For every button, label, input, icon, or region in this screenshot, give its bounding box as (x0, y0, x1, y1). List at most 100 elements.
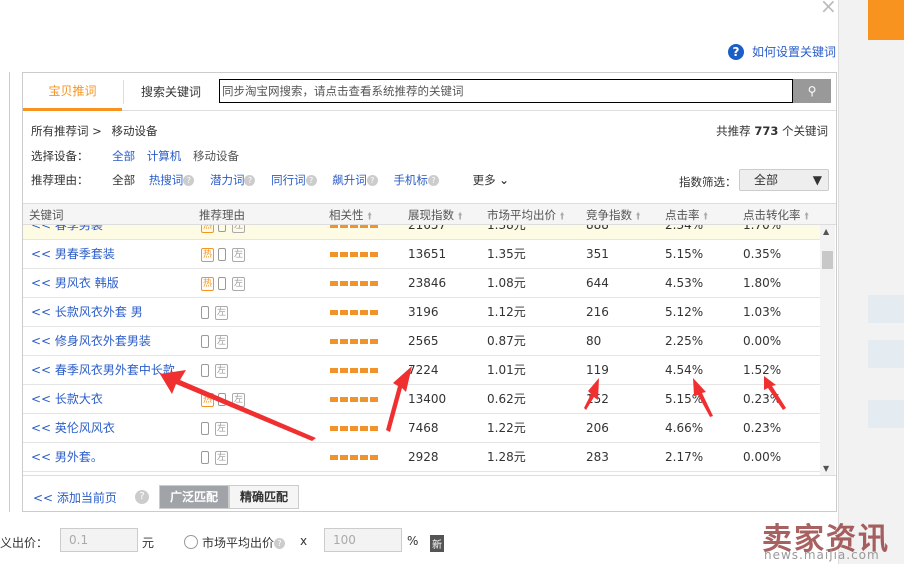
relevance-bar (330, 443, 380, 471)
keyword-link[interactable]: << 长款风衣外套 男 (31, 298, 143, 326)
search-input[interactable]: 同步淘宝网搜索，请点击查看系统推荐的关键词 (219, 79, 793, 103)
reason-tags: 左 (201, 443, 232, 471)
reason-tags: 左 (201, 298, 232, 326)
total-count: 共推荐 773 个关键词 (716, 124, 828, 138)
relevance-bar (330, 327, 380, 355)
avg-bid-cell: 1.35元 (487, 247, 526, 261)
mobile-icon (201, 335, 209, 348)
impressions-cell: 21657 (408, 225, 447, 232)
avg-bid-cell: 1.01元 (487, 363, 526, 377)
reason-all[interactable]: 全部 (112, 173, 135, 187)
help-icon[interactable]: ? (135, 490, 149, 504)
keyword-table: << 春季男装 热左 21657 1.38元 888 2.34% 1.70% <<… (23, 225, 820, 475)
keyword-link[interactable]: << 男外套。 (31, 443, 103, 471)
market-bid-radio[interactable] (184, 535, 198, 549)
ctr-cell: 2.25% (665, 334, 704, 348)
search-button[interactable]: ⚲ (793, 79, 831, 103)
device-mobile[interactable]: 移动设备 (193, 149, 239, 163)
scrollbar[interactable]: ▲ ▼ (820, 225, 835, 475)
breadcrumb-root[interactable]: 所有推荐词 > (31, 124, 102, 138)
cvr-cell: 0.23% (743, 392, 782, 406)
chevron-down-icon: ⌄ (499, 173, 509, 187)
keyword-link[interactable]: << 男风衣 韩版 (31, 269, 119, 297)
background-stripe (868, 295, 904, 323)
device-all[interactable]: 全部 (112, 149, 135, 163)
hot-tag: 热 (201, 392, 214, 407)
tab-search-keyword[interactable]: 搜索关键词 (123, 80, 218, 104)
table-row: << 男春季套装 热左 13651 1.35元 351 5.15% 0.35% (23, 240, 820, 269)
left-tag: 左 (215, 421, 228, 436)
col-avg-bid[interactable]: 市场平均出价 🠙 (487, 207, 565, 226)
ctr-cell: 2.34% (665, 225, 704, 232)
reason-tags: 左 (201, 356, 232, 384)
percent-input[interactable]: 100 (324, 528, 402, 552)
tab-bar: 宝贝推词 搜索关键词 同步淘宝网搜索，请点击查看系统推荐的关键词 ⚲ (23, 73, 836, 111)
close-icon[interactable]: × (820, 0, 837, 18)
competition-cell: 152 (586, 392, 609, 406)
col-cvr[interactable]: 点击转化率 🠙 (743, 207, 809, 226)
reason-rising[interactable]: 飙升词? (332, 173, 378, 187)
left-panel-edge (0, 72, 10, 512)
reason-potential[interactable]: 潜力词? (210, 173, 256, 187)
mobile-icon (201, 306, 209, 319)
help-icon: ? (274, 538, 286, 549)
keyword-link[interactable]: << 男春季套装 (31, 240, 115, 268)
help-link[interactable]: ? 如何设置关键词 (728, 43, 836, 60)
avg-bid-cell: 1.38元 (487, 225, 526, 232)
cvr-cell: 1.03% (743, 305, 782, 319)
keyword-link[interactable]: << 英伦风风衣 (31, 414, 115, 442)
reason-peer[interactable]: 同行词? (271, 173, 317, 187)
keyword-link[interactable]: << 春季风衣男外套中长款 (31, 356, 175, 384)
sort-icon: 🠙 (367, 211, 373, 222)
col-competition[interactable]: 竞争指数 🠙 (586, 207, 641, 226)
exact-match-button[interactable]: 精确匹配 (229, 485, 300, 509)
percent-sign: % (407, 534, 419, 548)
index-filter-select[interactable]: 全部 ▼ (739, 169, 829, 191)
impressions-cell: 3196 (408, 305, 439, 319)
reason-filter: 推荐理由： 全部 热搜词? 潜力词? 同行词? 飙升词? 手机标? 更多 ⌄ (31, 173, 509, 187)
reason-tags: 左 (201, 327, 232, 355)
bid-unit: 元 (142, 536, 155, 550)
bid-label: 义出价： (0, 536, 49, 550)
left-tag: 左 (215, 450, 228, 465)
impressions-cell: 2928 (408, 450, 439, 464)
add-current-page-link[interactable]: << 添加当前页 (33, 489, 117, 506)
competition-cell: 119 (586, 363, 609, 377)
col-ctr[interactable]: 点击率 🠙 (665, 207, 708, 226)
background-panel (838, 0, 904, 564)
broad-match-button[interactable]: 广泛匹配 (159, 485, 230, 509)
scroll-down-icon: ▼ (823, 464, 830, 473)
table-row: << 春季风衣男外套中长款 左 7224 1.01元 119 4.54% 1.5… (23, 356, 820, 385)
table-header: 关键词 推荐理由 相关性 🠙 展现指数 🠙 市场平均出价 🠙 竞争指数 🠙 点击… (23, 203, 836, 225)
background-stripe (868, 400, 904, 428)
mobile-icon (201, 364, 209, 377)
keyword-link[interactable]: << 春季男装 (31, 225, 103, 239)
table-row: << 修身风衣外套男装 左 2565 0.87元 80 2.25% 0.00% (23, 327, 820, 356)
col-keyword: 关键词 (29, 208, 64, 222)
cvr-cell: 1.70% (743, 225, 782, 232)
relevance-bar (330, 356, 380, 384)
device-computer[interactable]: 计算机 (147, 149, 182, 163)
relevance-bar (330, 385, 380, 413)
reason-tags: 热左 (201, 269, 249, 297)
cvr-cell: 0.35% (743, 247, 782, 261)
col-relevance[interactable]: 相关性 🠙 (329, 207, 372, 226)
keyword-link[interactable]: << 长款大衣 (31, 385, 103, 413)
help-icon: ? (305, 175, 317, 186)
more-button[interactable]: 更多 ⌄ (473, 173, 509, 187)
reason-hot[interactable]: 热搜词? (149, 173, 195, 187)
bid-input[interactable]: 0.1 (60, 528, 138, 552)
background-stripe (868, 340, 904, 368)
tab-item-recommend[interactable]: 宝贝推词 (23, 73, 122, 111)
col-impressions[interactable]: 展现指数 🠙 (408, 207, 463, 226)
keyword-link[interactable]: << 修身风衣外套男装 (31, 327, 151, 355)
reason-tags: 热左 (201, 225, 249, 239)
scroll-up-icon: ▲ (823, 227, 830, 236)
left-tag: 左 (215, 363, 228, 378)
scroll-thumb[interactable] (822, 251, 833, 269)
reason-mobile[interactable]: 手机标? (393, 173, 439, 187)
relevance-bar (330, 225, 380, 239)
table-row: << 长款大衣 热左 13400 0.62元 152 5.15% 0.23% (23, 385, 820, 414)
new-badge: 新 (430, 535, 444, 552)
caret-down-icon: ▼ (812, 173, 822, 187)
